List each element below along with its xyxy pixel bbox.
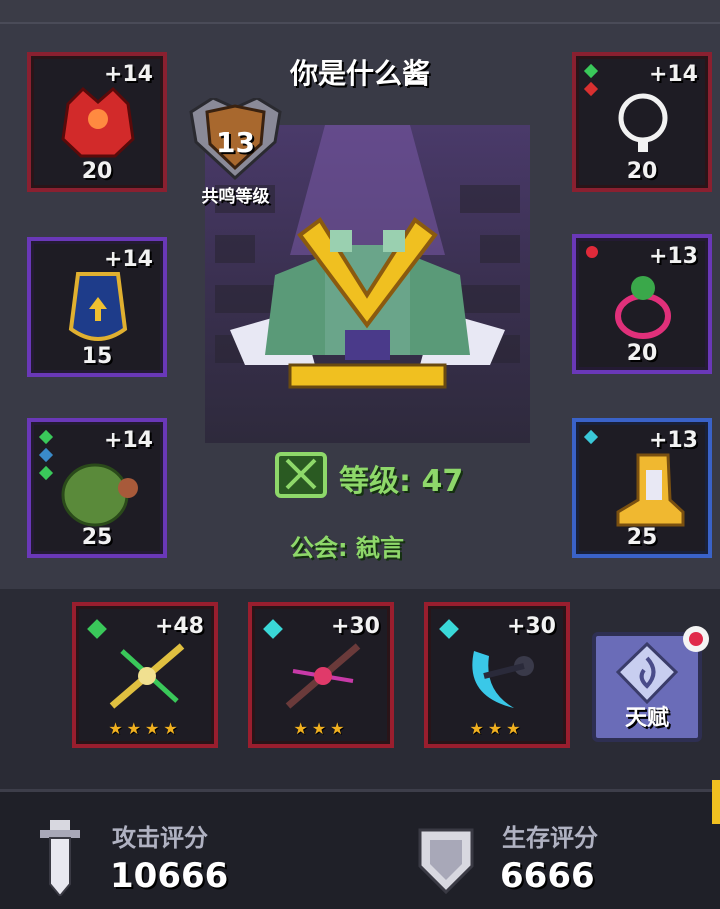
golden-boots-icon bbox=[616, 453, 685, 527]
enhance-level: +14 bbox=[103, 62, 153, 87]
golden-crossbow-icon bbox=[109, 643, 185, 709]
helmet-slot[interactable]: +14 20 bbox=[27, 52, 167, 192]
enhance-level: +13 bbox=[648, 428, 698, 453]
item-level: 20 bbox=[626, 159, 658, 184]
attack-score-label: 攻击评分 bbox=[112, 824, 208, 852]
moon-scythe-icon bbox=[472, 651, 534, 708]
ring-slot[interactable]: +13 20 bbox=[572, 234, 712, 374]
score-bar bbox=[0, 789, 720, 909]
red-gem-icon bbox=[586, 246, 598, 258]
red-dot-icon bbox=[689, 632, 703, 646]
survival-score-label: 生存评分 bbox=[502, 824, 598, 852]
item-level: 20 bbox=[81, 159, 113, 184]
weapon-slot-2[interactable]: +30 ★★★ bbox=[248, 602, 394, 748]
item-level: 15 bbox=[81, 344, 113, 369]
necklace-slot[interactable]: +14 20 bbox=[572, 52, 712, 192]
red-gem-icon bbox=[583, 81, 599, 97]
enhance-level: +48 bbox=[154, 614, 204, 639]
green-gem-icon bbox=[583, 63, 599, 79]
green-bush-armor-icon bbox=[61, 463, 138, 527]
green-sword-emblem-icon bbox=[275, 452, 327, 498]
resonance-badge[interactable]: 13 共鸣等级 bbox=[183, 96, 288, 210]
enhance-level: +14 bbox=[648, 62, 698, 87]
crimson-bow-icon bbox=[285, 643, 361, 709]
attack-score-value: 10666 bbox=[110, 856, 229, 896]
enhance-level: +30 bbox=[330, 614, 380, 639]
player-level: 等级: 47 bbox=[339, 464, 464, 499]
top-bar bbox=[0, 0, 720, 24]
item-level: 20 bbox=[626, 341, 658, 366]
item-level: 25 bbox=[81, 525, 113, 550]
boots-slot[interactable]: +13 25 bbox=[572, 418, 712, 558]
cyan-gem-icon bbox=[583, 429, 599, 445]
sword-icon bbox=[40, 820, 80, 896]
weapon-slot-3[interactable]: +30 ★★★ bbox=[424, 602, 570, 748]
star-rating: ★★★ bbox=[293, 719, 349, 738]
edge-tab[interactable] bbox=[712, 780, 720, 824]
enhance-level: +14 bbox=[103, 428, 153, 453]
star-rating: ★★★ bbox=[469, 719, 525, 738]
survival-score-value: 6666 bbox=[500, 856, 595, 896]
talent-crystal-icon bbox=[615, 642, 679, 704]
cape-slot[interactable]: +14 15 bbox=[27, 237, 167, 377]
enhance-level: +13 bbox=[648, 244, 698, 269]
player-name: 你是什么酱 bbox=[289, 57, 430, 90]
blue-gem-icon bbox=[38, 447, 54, 463]
notification-dot bbox=[683, 626, 709, 652]
enhance-level: +14 bbox=[103, 247, 153, 272]
player-level-row: 等级: 47 bbox=[275, 452, 463, 499]
blue-cape-icon bbox=[68, 272, 128, 341]
talent-button[interactable]: 天赋 bbox=[592, 632, 702, 742]
weapon-slot-1[interactable]: +48 ★★★★ bbox=[72, 602, 218, 748]
resonance-label: 共鸣等级 bbox=[201, 187, 270, 207]
white-necklace-icon bbox=[618, 93, 668, 152]
shield-icon bbox=[418, 828, 474, 895]
green-gem-icon bbox=[38, 465, 54, 481]
enhance-level: +30 bbox=[506, 614, 556, 639]
star-rating: ★★★★ bbox=[108, 719, 182, 738]
red-helmet-icon bbox=[61, 86, 135, 158]
talent-label: 天赋 bbox=[624, 706, 669, 731]
item-level: 25 bbox=[626, 525, 658, 550]
green-gem-icon bbox=[38, 429, 54, 445]
resonance-level: 13 bbox=[216, 126, 255, 159]
pink-ring-icon bbox=[615, 276, 671, 339]
guild-name[interactable]: 公会: 弑言 bbox=[290, 528, 450, 563]
armor-slot[interactable]: +14 25 bbox=[27, 418, 167, 558]
